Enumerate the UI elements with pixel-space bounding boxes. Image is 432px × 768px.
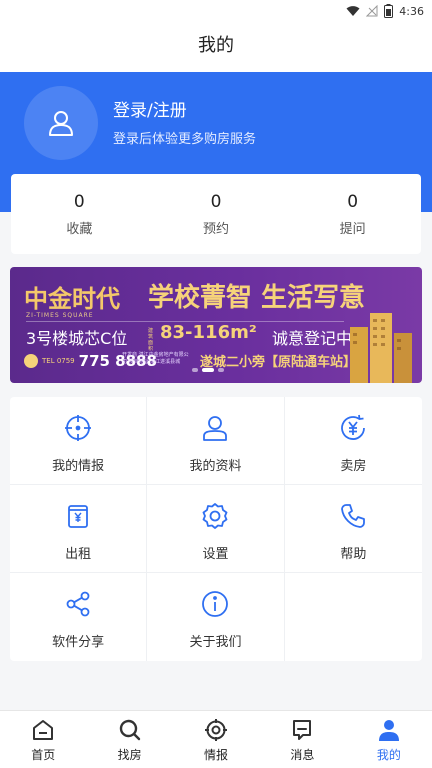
menu-label: 关于我们	[189, 635, 242, 650]
stat-questions[interactable]: 0 提问	[284, 174, 421, 254]
menu-sell-house[interactable]: 卖房	[284, 397, 422, 485]
no-signal-icon	[366, 5, 378, 17]
stat-value: 0	[73, 192, 85, 212]
login-hint: 登录后体验更多购房服务	[113, 132, 257, 147]
banner-info: 3号楼城芯C位	[26, 329, 128, 348]
menu-rent[interactable]: 出租	[10, 485, 148, 573]
menu-label: 我的资料	[189, 459, 242, 474]
menu-about-us[interactable]: 关于我们	[147, 573, 285, 661]
menu-label: 设置	[202, 547, 229, 562]
menu-empty-cell	[285, 573, 422, 661]
menu-settings[interactable]: 设置	[147, 485, 285, 573]
rent-box-icon	[61, 499, 95, 533]
stat-label: 预约	[203, 222, 230, 237]
home-icon	[30, 717, 56, 743]
wifi-icon	[346, 6, 360, 16]
stats-card: 0 收藏 0 预约 0 提问	[11, 174, 421, 254]
page-title: 我的	[0, 22, 432, 72]
person-icon	[376, 717, 402, 743]
promo-banner[interactable]: 中金时代 ZI-TIMES SQUARE 学校菁智 生活写意 3号楼城芯C位 建…	[10, 267, 422, 383]
pagination-dot-active[interactable]	[202, 368, 214, 372]
menu-label: 卖房	[340, 459, 367, 474]
banner-brand-sub: ZI-TIMES SQUARE	[26, 312, 94, 319]
phone-icon	[336, 499, 370, 533]
menu-help[interactable]: 帮助	[284, 485, 422, 573]
banner-register: 诚意登记中	[272, 329, 353, 348]
status-bar: 4:36	[0, 0, 432, 22]
crosshair-icon	[61, 411, 95, 445]
login-register-link[interactable]: 登录/注册	[113, 96, 187, 121]
battery-icon	[384, 4, 394, 18]
stat-label: 收藏	[66, 222, 93, 237]
menu-my-profile[interactable]: 我的资料	[147, 397, 285, 485]
tab-label: 找房	[117, 748, 142, 762]
banner-brand: 中金时代	[24, 285, 120, 313]
stat-favorites[interactable]: 0 收藏	[11, 174, 148, 254]
building-icon	[350, 313, 412, 383]
user-icon	[198, 411, 232, 445]
banner-slogan: 学校菁智 生活写意	[148, 283, 366, 313]
tab-label: 首页	[31, 748, 56, 762]
share-icon	[61, 587, 95, 621]
tab-label: 我的	[376, 748, 401, 762]
avatar[interactable]	[24, 86, 98, 160]
banner-developer-info: 开发商 湛江中金房地产有限公司 项目地址 湛江遂溪县城	[122, 352, 189, 365]
menu-label: 出租	[65, 547, 92, 562]
pagination-dot[interactable]	[218, 368, 224, 372]
menu-label: 我的情报	[52, 459, 105, 474]
stat-value: 0	[210, 192, 222, 212]
tab-messages[interactable]: 消息	[259, 711, 345, 768]
info-icon	[198, 587, 232, 621]
target-icon	[203, 717, 229, 743]
search-icon	[117, 717, 143, 743]
message-icon	[289, 717, 315, 743]
tab-intel[interactable]: 情报	[173, 711, 259, 768]
tab-home[interactable]: 首页	[0, 711, 86, 768]
menu-share-app[interactable]: 软件分享	[10, 573, 148, 661]
tab-mine[interactable]: 我的	[346, 711, 432, 768]
tab-label: 情报	[204, 748, 229, 762]
stat-value: 0	[347, 192, 359, 212]
banner-area-tag: 建筑面积	[148, 328, 154, 352]
status-icons: 4:36	[346, 4, 424, 18]
user-outline-icon	[49, 111, 73, 136]
banner-tel-label: TEL 0759	[42, 357, 75, 365]
banner-pagination	[192, 368, 224, 372]
stat-appointments[interactable]: 0 预约	[148, 174, 285, 254]
menu-grid: 我的情报 我的资料 卖房 出租 设置 帮助 软件分享 关于我们	[10, 397, 422, 661]
tab-find-house[interactable]: 找房	[86, 711, 172, 768]
pagination-dot[interactable]	[192, 368, 198, 372]
yuan-coin-icon	[336, 411, 370, 445]
menu-label: 软件分享	[52, 635, 105, 650]
clock: 4:36	[399, 4, 424, 18]
bottom-tab-bar: 首页 找房 情报 消息 我的	[0, 710, 432, 768]
gear-icon	[198, 499, 232, 533]
tab-label: 消息	[290, 748, 315, 762]
banner-area: 83-116m²	[160, 322, 257, 343]
stat-label: 提问	[339, 222, 366, 237]
phone-circle-icon	[24, 354, 38, 368]
menu-label: 帮助	[340, 547, 367, 562]
menu-my-intel[interactable]: 我的情报	[10, 397, 148, 485]
